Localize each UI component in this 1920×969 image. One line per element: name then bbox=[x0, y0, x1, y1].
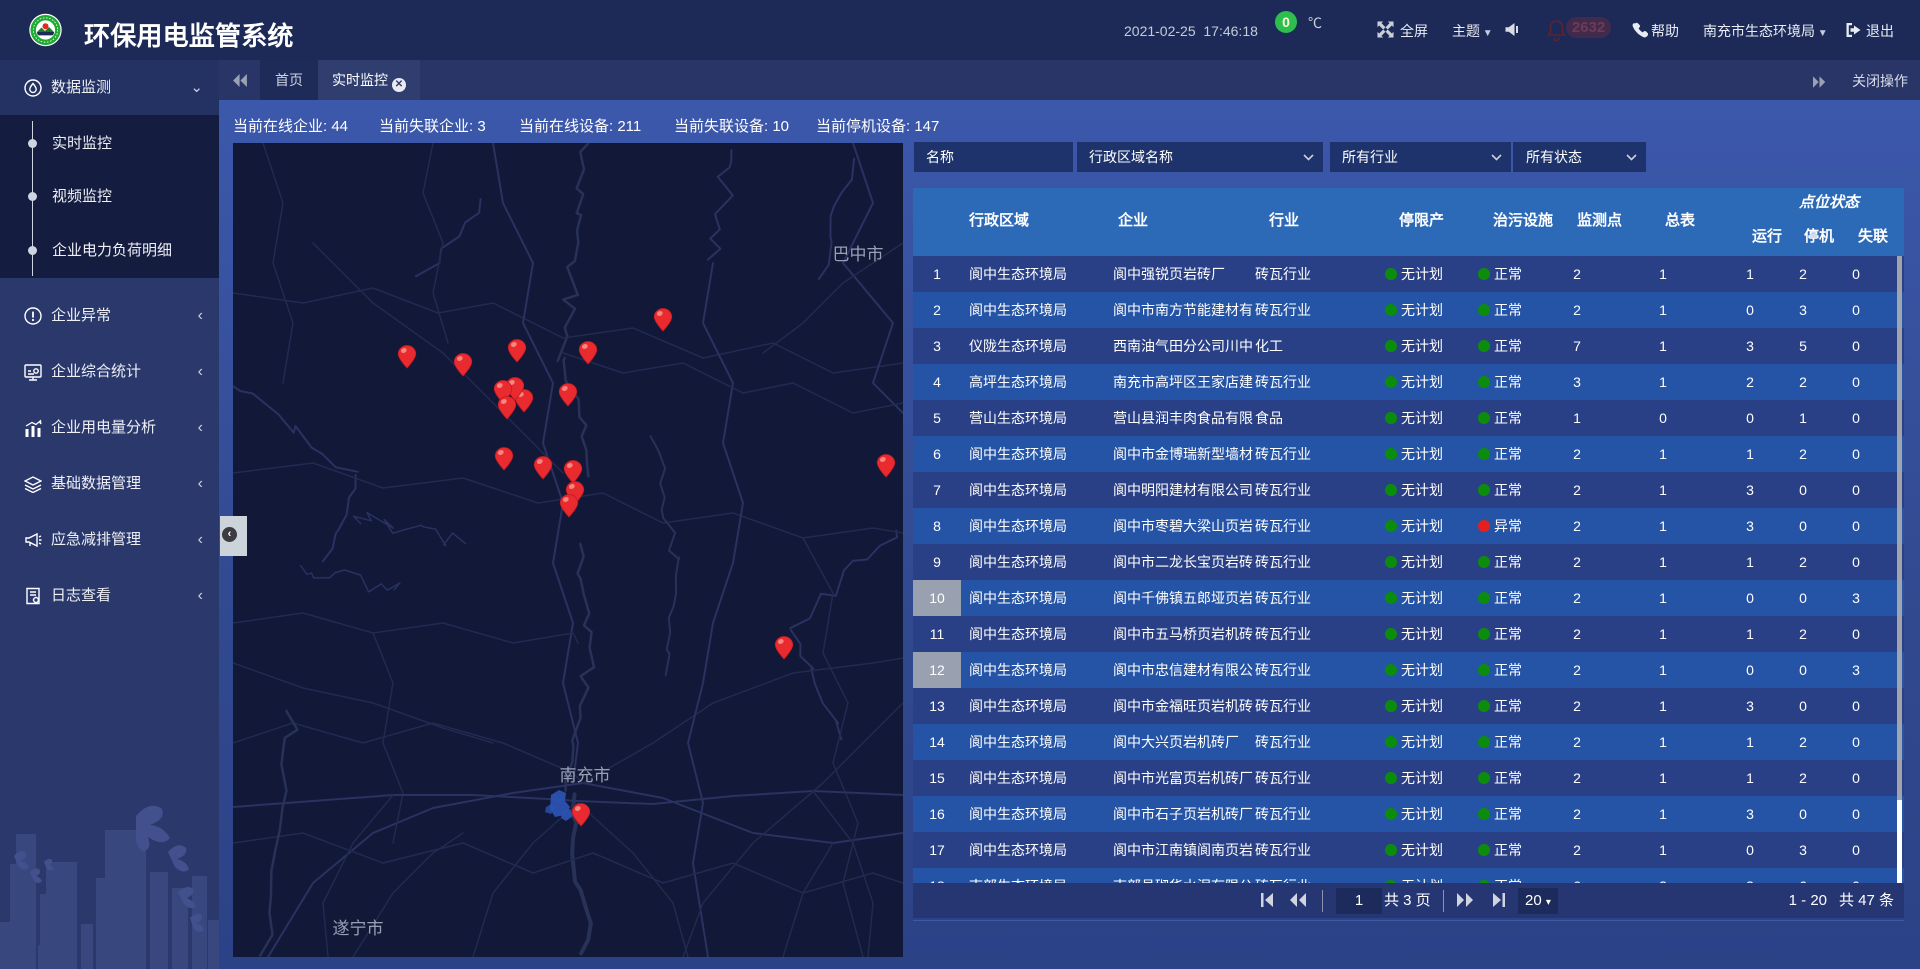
svg-text:南充市: 南充市 bbox=[560, 766, 611, 785]
svg-text:巴中市: 巴中市 bbox=[833, 245, 884, 264]
svg-text:遂宁市: 遂宁市 bbox=[333, 919, 384, 938]
